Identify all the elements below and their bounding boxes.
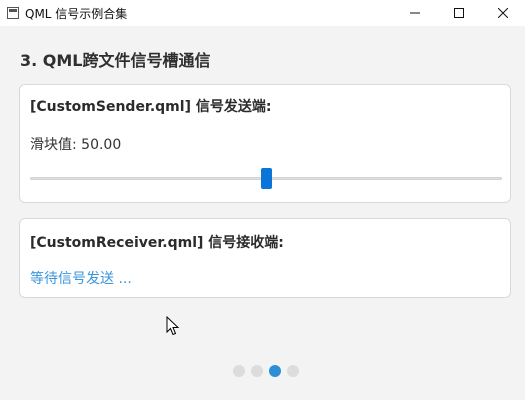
receiver-card: [CustomReceiver.qml] 信号接收端: 等待信号发送 ... <box>19 218 511 298</box>
page-dot[interactable] <box>251 365 263 377</box>
maximize-icon <box>454 8 464 18</box>
slider-handle[interactable] <box>261 168 272 189</box>
minimize-icon <box>410 12 420 14</box>
page-dot[interactable] <box>287 365 299 377</box>
app-icon <box>7 7 19 19</box>
page-dot[interactable] <box>233 365 245 377</box>
sender-card: [CustomSender.qml] 信号发送端: 滑块值: 50.00 <box>19 84 511 203</box>
title-bar: QML 信号示例合集 <box>0 0 525 26</box>
value-slider[interactable] <box>30 167 502 189</box>
page-title: 3. QML跨文件信号槽通信 <box>20 51 211 70</box>
sender-heading: [CustomSender.qml] 信号发送端: <box>30 99 272 115</box>
page-dot[interactable] <box>269 365 281 377</box>
receiver-status: 等待信号发送 ... <box>30 271 132 287</box>
window-controls <box>393 0 525 26</box>
page-indicator <box>233 365 299 377</box>
receiver-heading: [CustomReceiver.qml] 信号接收端: <box>30 235 284 251</box>
slider-value-label: 滑块值: 50.00 <box>30 137 122 153</box>
close-button[interactable] <box>481 0 525 26</box>
window-title: QML 信号示例合集 <box>25 6 128 21</box>
minimize-button[interactable] <box>393 0 437 26</box>
close-icon <box>498 8 508 18</box>
mouse-cursor-icon <box>166 316 180 336</box>
maximize-button[interactable] <box>437 0 481 26</box>
